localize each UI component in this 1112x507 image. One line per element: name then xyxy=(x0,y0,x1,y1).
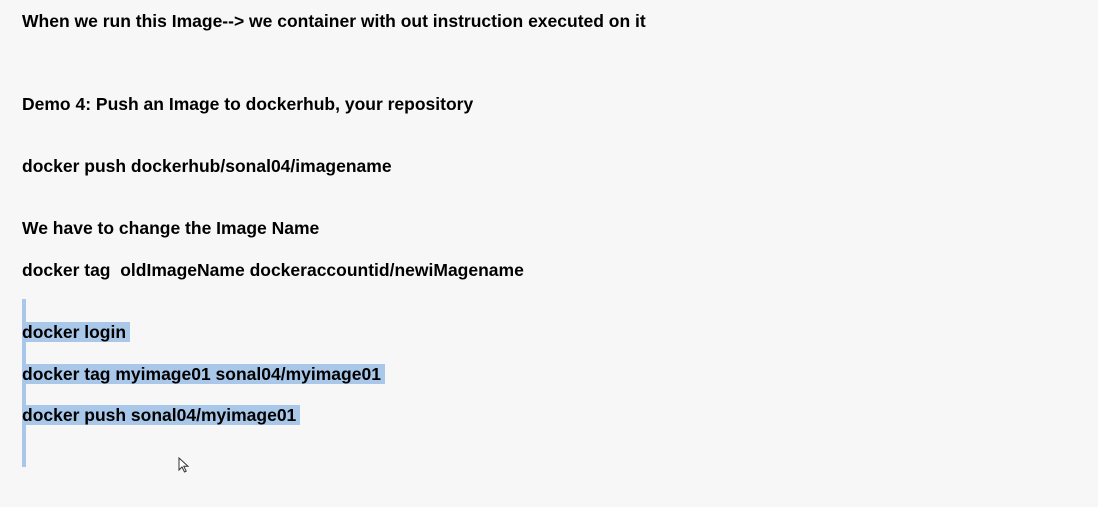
right-margin xyxy=(1098,0,1112,507)
tag-syntax-command: docker tag oldImageName dockeraccountid/… xyxy=(22,260,524,280)
login-command-selected[interactable]: docker login xyxy=(22,322,131,342)
intro-text: When we run this Image--> we container w… xyxy=(22,11,646,31)
change-name-note: We have to change the Image Name xyxy=(22,218,320,238)
login-command[interactable]: docker login xyxy=(22,321,131,343)
tag-command-selected[interactable]: docker tag myimage01 sonal04/myimage01 xyxy=(22,364,385,384)
push-command[interactable]: docker push sonal04/myimage01 xyxy=(22,404,301,426)
push-example-command: docker push dockerhub/sonal04/imagename xyxy=(22,156,392,176)
tag-command[interactable]: docker tag myimage01 sonal04/myimage01 xyxy=(22,363,385,385)
mouse-pointer-icon xyxy=(178,457,190,473)
document-page: When we run this Image--> we container w… xyxy=(0,0,1098,507)
demo-heading: Demo 4: Push an Image to dockerhub, your… xyxy=(22,94,474,114)
push-command-selected[interactable]: docker push sonal04/myimage01 xyxy=(22,405,301,425)
